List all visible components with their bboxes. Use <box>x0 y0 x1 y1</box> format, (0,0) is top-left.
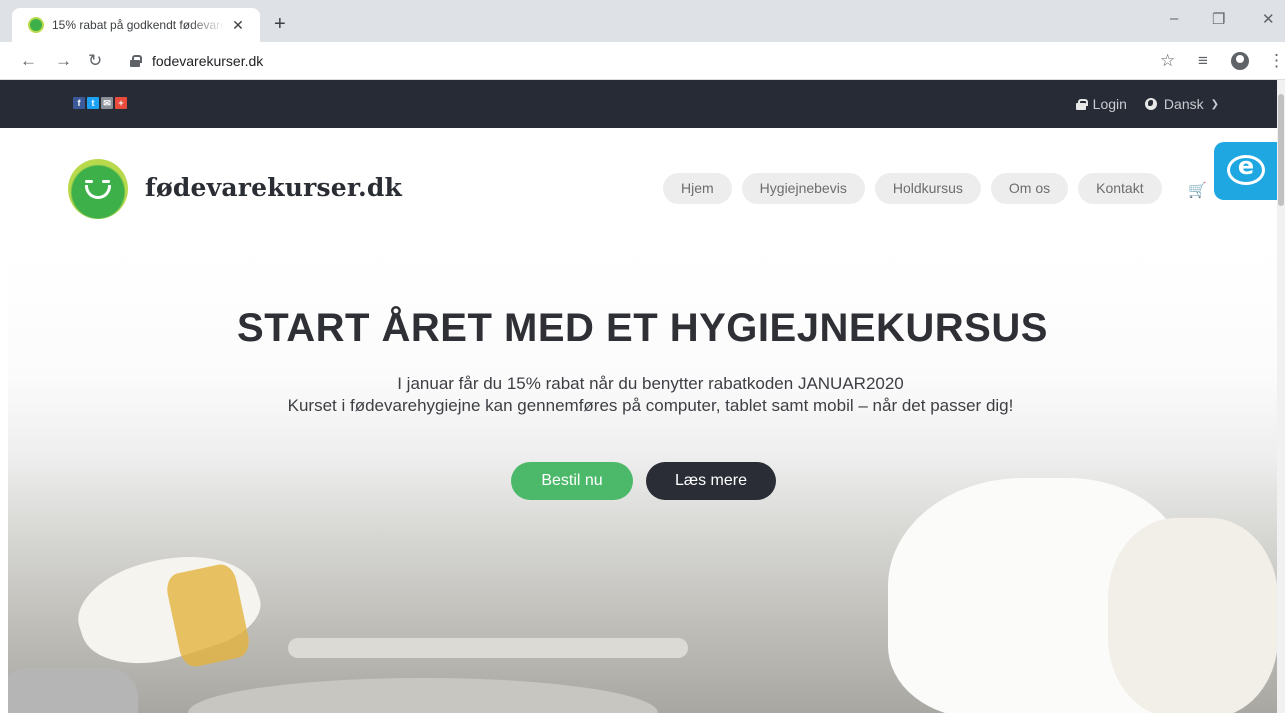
email-icon[interactable]: ✉ <box>101 97 113 109</box>
hero-line-2: Kurset i fødevarehygiejne kan gennemføre… <box>287 396 1014 415</box>
logo-smile <box>85 185 111 199</box>
nav-item-om-os[interactable]: Om os <box>990 173 1069 204</box>
nav-item-holdkursus[interactable]: Holdkursus <box>874 173 981 204</box>
favicon-icon <box>28 17 44 33</box>
login-label: Login <box>1092 96 1127 112</box>
facebook-icon[interactable]: f <box>73 97 85 109</box>
smiley-logo-icon[interactable] <box>68 159 128 219</box>
nav-item-hjem[interactable]: Hjem <box>663 173 732 204</box>
order-now-button[interactable]: Bestil nu <box>511 462 633 500</box>
hero-bg-dough <box>1108 518 1277 713</box>
nav-item-kontakt[interactable]: Kontakt <box>1078 173 1162 204</box>
hero-line-1: I januar får du 15% rabat når du benytte… <box>397 374 904 393</box>
site-top-bar: f t ✉ + Login Dansk ❯ <box>0 80 1277 128</box>
nav-item-hygiejnebevis[interactable]: Hygiejnebevis <box>741 173 865 204</box>
hero-section: START ÅRET MED ET HYGIEJNEKURSUS I janua… <box>8 248 1277 713</box>
globe-icon <box>1144 98 1157 110</box>
reload-icon[interactable]: ↻ <box>88 51 102 71</box>
language-selector[interactable]: Dansk ❯ <box>1144 96 1219 112</box>
twitter-icon[interactable]: t <box>87 97 99 109</box>
main-nav: Hjem Hygiejnebevis Holdkursus Om os Kont… <box>663 173 1162 204</box>
url-field[interactable]: fodevarekurser.dk <box>124 48 1144 74</box>
lock-icon <box>1075 98 1088 110</box>
star-icon[interactable]: ☆ <box>1160 51 1175 71</box>
language-label: Dansk <box>1163 96 1204 112</box>
forward-icon[interactable]: → <box>55 51 72 71</box>
hero-title: START ÅRET MED ET HYGIEJNEKURSUS <box>237 306 1048 350</box>
minimize-icon[interactable]: – <box>1170 10 1178 27</box>
hero-bg-bowl-center <box>188 678 658 713</box>
back-icon[interactable]: ← <box>20 51 37 71</box>
reading-list-icon[interactable]: ≡ <box>1198 51 1208 71</box>
restore-icon[interactable]: ❐ <box>1212 10 1225 28</box>
browser-tab[interactable]: 15% rabat på godkendt fødevarekursus ✕ <box>12 8 260 42</box>
google-plus-icon[interactable]: + <box>115 97 127 109</box>
hero-bg-rolling-pin <box>288 638 688 658</box>
menu-icon[interactable]: ⋮ <box>1268 51 1285 71</box>
profile-icon[interactable] <box>1231 52 1249 70</box>
address-bar: ← → ↻ fodevarekurser.dk ☆ ≡ ⋮ <box>0 42 1285 80</box>
browser-tab-strip: 15% rabat på godkendt fødevarekursus ✕ +… <box>0 0 1285 42</box>
web-page: f t ✉ + Login Dansk ❯ fødevarekurser.dk … <box>0 80 1277 713</box>
url-text: fodevarekurser.dk <box>152 53 264 69</box>
eye-letter-icon: e <box>1237 152 1255 180</box>
site-header: fødevarekurser.dk Hjem Hygiejnebevis Hol… <box>0 128 1277 248</box>
logo-text[interactable]: fødevarekurser.dk <box>145 173 402 202</box>
accessibility-widget[interactable]: e <box>1214 142 1277 200</box>
read-more-button[interactable]: Læs mere <box>646 462 776 500</box>
lock-icon[interactable] <box>130 55 142 67</box>
close-window-icon[interactable]: ✕ <box>1262 10 1275 28</box>
scrollbar-thumb[interactable] <box>1278 94 1284 206</box>
logo-eye-right <box>102 180 110 183</box>
hero-description: I januar får du 15% rabat når du benytte… <box>278 373 1023 417</box>
close-tab-icon[interactable]: ✕ <box>230 17 246 34</box>
cart-icon[interactable]: 🛒 <box>1188 181 1207 199</box>
tab-title: 15% rabat på godkendt fødevarekursus <box>52 18 224 32</box>
logo-eye-left <box>85 180 93 183</box>
login-link[interactable]: Login <box>1075 96 1127 112</box>
page-scrollbar[interactable] <box>1277 80 1285 713</box>
hero-bg-bowl-left <box>8 668 138 713</box>
new-tab-button[interactable]: + <box>274 14 286 34</box>
social-links: f t ✉ + <box>73 97 127 109</box>
chevron-down-icon: ❯ <box>1210 98 1219 110</box>
